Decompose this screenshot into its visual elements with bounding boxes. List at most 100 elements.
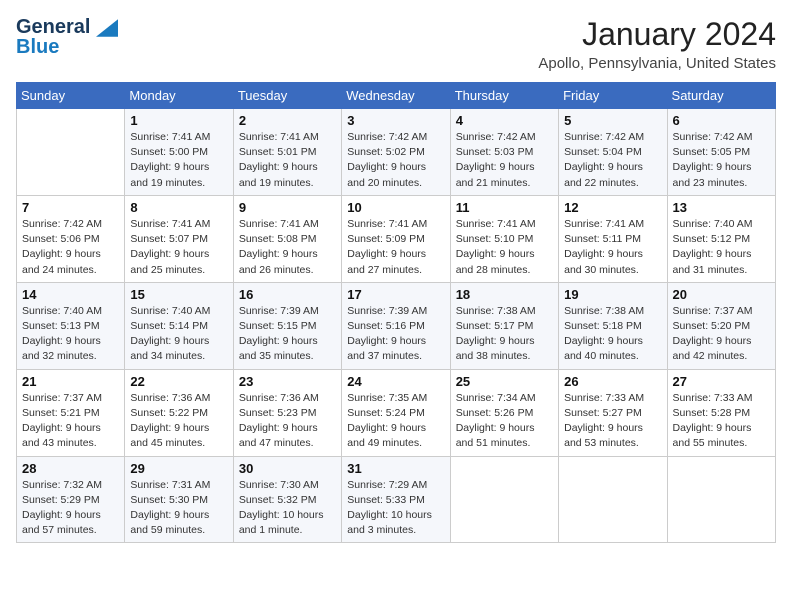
title-block: January 2024 Apollo, Pennsylvania, Unite… [538, 16, 776, 72]
calendar-cell: 27Sunrise: 7:33 AMSunset: 5:28 PMDayligh… [667, 369, 775, 456]
calendar-cell: 31 Sunrise: 7:29 AMSunset: 5:33 PMDayligh… [342, 456, 450, 543]
day-number: 18 [456, 287, 553, 302]
day-info: Sunrise: 7:40 AMSunset: 5:14 PMDaylight:… [130, 304, 227, 365]
logo: General Blue [16, 16, 118, 58]
day-info: Sunrise: 7:40 AMSunset: 5:13 PMDaylight:… [22, 304, 119, 365]
calendar-cell: 7 Sunrise: 7:42 AMSunset: 5:06 PMDaylight… [17, 195, 125, 282]
day-info: Sunrise: 7:31 AMSunset: 5:30 PMDaylight:… [130, 478, 227, 539]
day-number: 28 [22, 461, 119, 476]
day-number: 22 [130, 374, 227, 389]
calendar-cell: 11Sunrise: 7:41 AMSunset: 5:10 PMDayligh… [450, 195, 558, 282]
day-number: 5 [564, 113, 661, 128]
day-info: Sunrise: 7:34 AMSunset: 5:26 PMDaylight:… [456, 391, 553, 452]
day-number: 21 [22, 374, 119, 389]
day-number: 19 [564, 287, 661, 302]
day-number: 6 [673, 113, 770, 128]
day-info: Sunrise: 7:37 AMSunset: 5:20 PMDaylight:… [673, 304, 770, 365]
day-number: 15 [130, 287, 227, 302]
calendar-cell: 18Sunrise: 7:38 AMSunset: 5:17 PMDayligh… [450, 282, 558, 369]
calendar-cell: 3 Sunrise: 7:42 AMSunset: 5:02 PMDaylight… [342, 109, 450, 196]
calendar-subtitle: Apollo, Pennsylvania, United States [538, 55, 776, 72]
day-info: Sunrise: 7:40 AMSunset: 5:12 PMDaylight:… [673, 217, 770, 278]
calendar-cell [667, 456, 775, 543]
calendar-cell: 6 Sunrise: 7:42 AMSunset: 5:05 PMDaylight… [667, 109, 775, 196]
day-number: 17 [347, 287, 444, 302]
calendar-cell: 16 Sunrise: 7:39 AMSunset: 5:15 PMDayligh… [233, 282, 341, 369]
calendar-cell: 26Sunrise: 7:33 AMSunset: 5:27 PMDayligh… [559, 369, 667, 456]
weekday-header-monday: Monday [125, 83, 233, 109]
calendar-cell [17, 109, 125, 196]
weekday-header-saturday: Saturday [667, 83, 775, 109]
calendar-cell: 23 Sunrise: 7:36 AMSunset: 5:23 PMDayligh… [233, 369, 341, 456]
day-number: 7 [22, 200, 119, 215]
day-info: Sunrise: 7:37 AMSunset: 5:21 PMDaylight:… [22, 391, 119, 452]
day-number: 29 [130, 461, 227, 476]
calendar-cell: 13 Sunrise: 7:40 AMSunset: 5:12 PMDayligh… [667, 195, 775, 282]
day-number: 8 [130, 200, 227, 215]
calendar-cell: 29 Sunrise: 7:31 AMSunset: 5:30 PMDayligh… [125, 456, 233, 543]
logo-subtext: Blue [16, 36, 118, 58]
day-number: 3 [347, 113, 444, 128]
calendar-cell: 15 Sunrise: 7:40 AMSunset: 5:14 PMDayligh… [125, 282, 233, 369]
calendar-cell: 20 Sunrise: 7:37 AMSunset: 5:20 PMDayligh… [667, 282, 775, 369]
day-info: Sunrise: 7:33 AMSunset: 5:28 PMDaylight:… [673, 391, 770, 452]
weekday-header-tuesday: Tuesday [233, 83, 341, 109]
weekday-header-wednesday: Wednesday [342, 83, 450, 109]
day-number: 16 [239, 287, 336, 302]
day-number: 31 [347, 461, 444, 476]
day-info: Sunrise: 7:35 AMSunset: 5:24 PMDaylight:… [347, 391, 444, 452]
day-number: 2 [239, 113, 336, 128]
calendar-cell: 4 Sunrise: 7:42 AMSunset: 5:03 PMDaylight… [450, 109, 558, 196]
weekday-header-friday: Friday [559, 83, 667, 109]
weekday-header-sunday: Sunday [17, 83, 125, 109]
day-number: 10 [347, 200, 444, 215]
weekday-header-thursday: Thursday [450, 83, 558, 109]
day-info: Sunrise: 7:38 AMSunset: 5:18 PMDaylight:… [564, 304, 661, 365]
calendar-cell: 24 Sunrise: 7:35 AMSunset: 5:24 PMDayligh… [342, 369, 450, 456]
day-number: 20 [673, 287, 770, 302]
calendar-cell: 21 Sunrise: 7:37 AMSunset: 5:21 PMDayligh… [17, 369, 125, 456]
calendar-cell: 25Sunrise: 7:34 AMSunset: 5:26 PMDayligh… [450, 369, 558, 456]
calendar-cell: 28 Sunrise: 7:32 AMSunset: 5:29 PMDayligh… [17, 456, 125, 543]
day-number: 12 [564, 200, 661, 215]
logo-text: General [16, 16, 118, 38]
calendar-cell: 5 Sunrise: 7:42 AMSunset: 5:04 PMDaylight… [559, 109, 667, 196]
calendar-cell: 30Sunrise: 7:30 AMSunset: 5:32 PMDayligh… [233, 456, 341, 543]
calendar-cell: 2 Sunrise: 7:41 AMSunset: 5:01 PMDaylight… [233, 109, 341, 196]
day-info: Sunrise: 7:42 AMSunset: 5:04 PMDaylight:… [564, 130, 661, 191]
day-info: Sunrise: 7:36 AMSunset: 5:23 PMDaylight:… [239, 391, 336, 452]
calendar-cell: 17 Sunrise: 7:39 AMSunset: 5:16 PMDayligh… [342, 282, 450, 369]
calendar-cell: 12Sunrise: 7:41 AMSunset: 5:11 PMDayligh… [559, 195, 667, 282]
calendar-table: SundayMondayTuesdayWednesdayThursdayFrid… [16, 82, 776, 543]
day-info: Sunrise: 7:30 AMSunset: 5:32 PMDaylight:… [239, 478, 336, 539]
day-info: Sunrise: 7:41 AMSunset: 5:07 PMDaylight:… [130, 217, 227, 278]
day-info: Sunrise: 7:41 AMSunset: 5:10 PMDaylight:… [456, 217, 553, 278]
day-info: Sunrise: 7:41 AMSunset: 5:01 PMDaylight:… [239, 130, 336, 191]
day-info: Sunrise: 7:39 AMSunset: 5:15 PMDaylight:… [239, 304, 336, 365]
day-info: Sunrise: 7:42 AMSunset: 5:03 PMDaylight:… [456, 130, 553, 191]
day-info: Sunrise: 7:36 AMSunset: 5:22 PMDaylight:… [130, 391, 227, 452]
day-info: Sunrise: 7:29 AMSunset: 5:33 PMDaylight:… [347, 478, 444, 539]
day-info: Sunrise: 7:33 AMSunset: 5:27 PMDaylight:… [564, 391, 661, 452]
day-info: Sunrise: 7:42 AMSunset: 5:05 PMDaylight:… [673, 130, 770, 191]
day-info: Sunrise: 7:42 AMSunset: 5:02 PMDaylight:… [347, 130, 444, 191]
day-number: 4 [456, 113, 553, 128]
calendar-cell: 8 Sunrise: 7:41 AMSunset: 5:07 PMDaylight… [125, 195, 233, 282]
calendar-title: January 2024 [538, 16, 776, 53]
calendar-cell [559, 456, 667, 543]
day-info: Sunrise: 7:41 AMSunset: 5:00 PMDaylight:… [130, 130, 227, 191]
day-info: Sunrise: 7:39 AMSunset: 5:16 PMDaylight:… [347, 304, 444, 365]
day-info: Sunrise: 7:41 AMSunset: 5:08 PMDaylight:… [239, 217, 336, 278]
day-number: 9 [239, 200, 336, 215]
day-number: 13 [673, 200, 770, 215]
day-info: Sunrise: 7:32 AMSunset: 5:29 PMDaylight:… [22, 478, 119, 539]
calendar-cell: 9 Sunrise: 7:41 AMSunset: 5:08 PMDaylight… [233, 195, 341, 282]
day-number: 24 [347, 374, 444, 389]
page-header: General Blue January 2024 Apollo, Pennsy… [16, 16, 776, 72]
day-number: 1 [130, 113, 227, 128]
day-info: Sunrise: 7:42 AMSunset: 5:06 PMDaylight:… [22, 217, 119, 278]
calendar-cell: 1 Sunrise: 7:41 AMSunset: 5:00 PMDaylight… [125, 109, 233, 196]
calendar-cell: 14Sunrise: 7:40 AMSunset: 5:13 PMDayligh… [17, 282, 125, 369]
day-info: Sunrise: 7:41 AMSunset: 5:09 PMDaylight:… [347, 217, 444, 278]
day-number: 23 [239, 374, 336, 389]
